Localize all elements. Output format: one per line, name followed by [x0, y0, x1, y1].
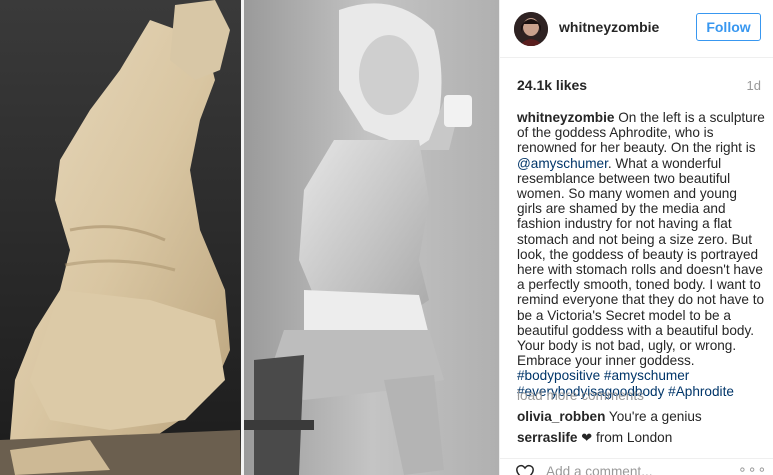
comment-text: from London — [595, 430, 673, 445]
add-comment-input[interactable]: Add a comment... — [546, 464, 653, 475]
post-caption: whitneyzombie On the left is a sculpture… — [517, 110, 765, 399]
post-image[interactable] — [0, 0, 499, 475]
post-username[interactable]: whitneyzombie — [559, 19, 659, 35]
comment-username[interactable]: serraslife — [517, 430, 577, 445]
heart-emoji: ❤ — [581, 430, 593, 445]
comment-text: You're a genius — [608, 409, 702, 424]
more-options-icon[interactable]: ∘∘∘ — [738, 461, 767, 475]
mention-link[interactable]: @amyschumer — [517, 156, 608, 171]
photograph-image — [244, 0, 499, 475]
comment-item: serraslife ❤ from London — [517, 430, 672, 446]
hashtag-link[interactable]: #Aphrodite — [668, 384, 734, 399]
likes-count[interactable]: 24.1k likes — [517, 77, 587, 93]
post-sidebar: whitneyzombie Follow 24.1k likes 1d whit… — [499, 0, 773, 475]
post-header: whitneyzombie Follow — [500, 0, 773, 58]
hashtag-link[interactable]: #bodypositive — [517, 368, 600, 383]
user-avatar[interactable] — [514, 12, 548, 46]
likes-row: 24.1k likes 1d — [517, 77, 761, 95]
add-comment-row: Add a comment... ∘∘∘ — [500, 458, 773, 475]
follow-button[interactable]: Follow — [696, 13, 761, 41]
comment-username[interactable]: olivia_robben — [517, 409, 605, 424]
post-time-ago[interactable]: 1d — [747, 78, 761, 93]
caption-username[interactable]: whitneyzombie — [517, 110, 614, 125]
sculpture-image — [0, 0, 241, 475]
heart-outline-icon[interactable] — [515, 464, 535, 475]
hashtag-link[interactable]: #amyschumer — [604, 368, 689, 383]
load-more-comments-link[interactable]: load more comments — [517, 388, 644, 403]
caption-text-2: . What a wonderful resemblance between t… — [517, 155, 765, 369]
comment-item: olivia_robben You're a genius — [517, 409, 702, 424]
